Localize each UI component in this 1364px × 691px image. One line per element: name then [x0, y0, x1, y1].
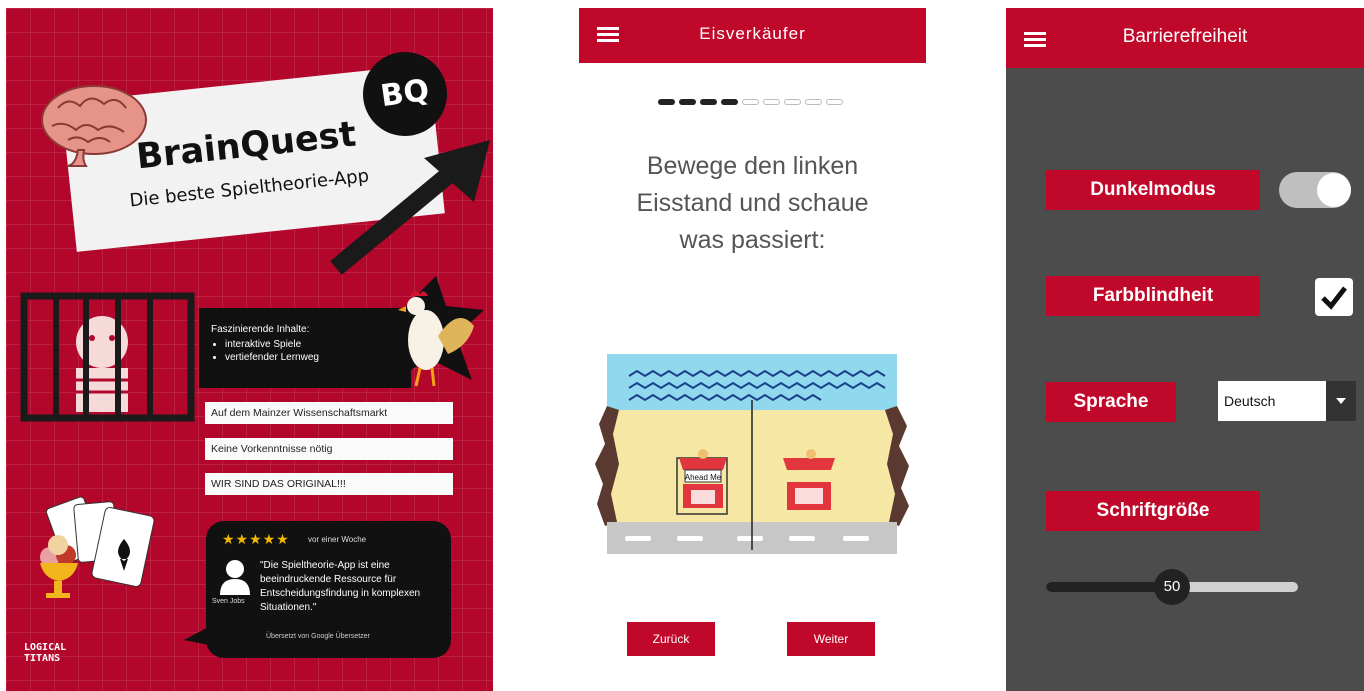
next-button[interactable]: Weiter	[787, 622, 875, 656]
settings-screen: Barrierefreiheit Dunkelmodus Farbblindhe…	[1006, 8, 1364, 691]
jail-icon	[20, 292, 195, 422]
ribbon-original: WIR SIND DAS ORIGINAL!!!	[205, 473, 453, 495]
left-ice-stand: Ahead Me	[676, 449, 728, 515]
language-select[interactable]: Deutsch	[1218, 381, 1356, 421]
reviewer-name: Sven Jobs	[212, 598, 245, 605]
progress-dot-pending	[763, 99, 780, 105]
svg-text:Ahead Me: Ahead Me	[685, 473, 722, 482]
instruction-text: Bewege den linken Eisstand und schaue wa…	[636, 152, 869, 254]
logical-titans-logo: LOGICAL TITANS	[24, 642, 66, 664]
review-time: vor einer Woche	[308, 535, 367, 544]
rating-stars: ★★★★★	[222, 531, 290, 547]
language-label: Sprache	[1046, 382, 1176, 422]
features-header: Faszinierende Inhalte:	[211, 324, 310, 335]
avatar-icon	[220, 560, 250, 595]
colorblind-checkbox[interactable]	[1315, 278, 1353, 316]
app-bar: Barrierefreiheit	[1006, 8, 1364, 68]
cards-and-icecream-icon	[40, 496, 155, 598]
progress-dot-done	[658, 99, 675, 105]
dark-mode-toggle[interactable]	[1279, 172, 1351, 208]
features-list: interaktive Spiele vertiefender Lernweg	[209, 338, 319, 364]
back-button[interactable]: Zurück	[627, 622, 715, 656]
progress-dot-done	[721, 99, 738, 105]
logo-line: TITANS	[24, 653, 61, 664]
slider-thumb[interactable]: 50	[1154, 569, 1190, 605]
arrow-up-right-icon	[330, 140, 490, 275]
colorblind-label: Farbblindheit	[1046, 276, 1260, 316]
progress-dot-pending	[805, 99, 822, 105]
screen-title: Eisverkäufer	[699, 24, 806, 43]
logo-line: LOGICAL	[24, 642, 67, 653]
progress-dot-pending	[742, 99, 759, 105]
feature-item: interaktive Spiele	[225, 338, 319, 351]
font-size-slider[interactable]: 50	[1046, 569, 1298, 605]
beach-scene[interactable]: Ahead Me	[579, 354, 926, 554]
review-quote: "Die Spieltheorie-App ist eine beeindruc…	[260, 560, 421, 613]
brainquest-poster: BrainQuest Die beste Spieltheorie-App BQ…	[6, 8, 493, 691]
language-value: Deutsch	[1224, 393, 1276, 409]
brain-icon	[41, 85, 147, 167]
review-card: ★★★★★ vor einer Woche Sven Jobs "Die Spi…	[206, 521, 451, 658]
screen-title: Barrierefreiheit	[1122, 26, 1248, 47]
font-size-label: Schriftgröße	[1046, 491, 1260, 531]
progress-dot-pending	[784, 99, 801, 105]
translation-note: Übersetzt von Google Übersetzer	[266, 633, 370, 640]
game-screen: Eisverkäufer Bewege den linken Eisstand …	[579, 8, 926, 691]
app-bar: Eisverkäufer	[579, 8, 926, 63]
progress-dot-done	[700, 99, 717, 105]
toggle-knob	[1317, 173, 1351, 207]
ribbon-market: Auf dem Mainzer Wissenschaftsmarkt	[205, 402, 453, 424]
ribbon-no-knowledge: Keine Vorkenntnisse nötig	[205, 438, 453, 460]
progress-dot-pending	[826, 99, 843, 105]
progress-dot-done	[679, 99, 696, 105]
right-ice-stand	[783, 449, 835, 510]
rooster-icon	[376, 276, 484, 388]
checkmark-icon	[1321, 286, 1347, 310]
dark-mode-label: Dunkelmodus	[1046, 170, 1260, 210]
chevron-down-icon	[1326, 381, 1356, 421]
feature-item: vertiefender Lernweg	[225, 351, 319, 364]
